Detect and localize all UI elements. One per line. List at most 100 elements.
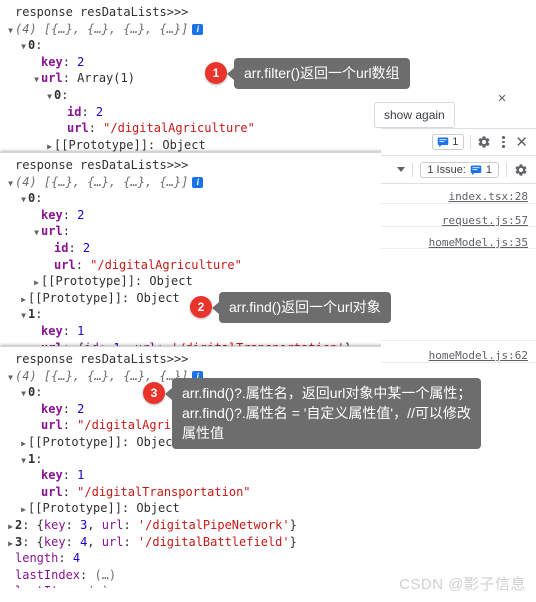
console-token: : {: [22, 534, 44, 549]
kebab-icon[interactable]: [497, 135, 509, 149]
console-token: :: [61, 87, 69, 102]
console-row[interactable]: url:: [0, 223, 384, 240]
console-token: :: [62, 224, 70, 239]
console-row[interactable]: 2: {key: 3, url: '/digitalPipeNetwork'}: [0, 517, 384, 534]
chevron-down-icon[interactable]: [6, 370, 15, 387]
console-row[interactable]: lastIndex: (…): [0, 567, 384, 584]
annotation-line: arr.find()返回一个url对象: [229, 299, 381, 315]
console-token: :: [35, 451, 43, 466]
console-row[interactable]: (4) [{…}, {…}, {…}, {…}]i: [0, 174, 384, 191]
console-row[interactable]: response resDataLists>>>: [0, 157, 384, 174]
console-token: [[Prototype]]: Object: [28, 290, 180, 305]
console-token: 2: [95, 104, 104, 119]
console-token: url: [41, 418, 63, 433]
gear-icon[interactable]: [514, 163, 528, 177]
console-token: :: [80, 567, 95, 582]
info-badge[interactable]: i: [192, 176, 204, 188]
console-row[interactable]: 0:: [0, 87, 384, 104]
console-token: '/digitalBattlefield': [137, 534, 290, 549]
console-token: :: [62, 71, 78, 86]
console-row[interactable]: [[Prototype]]: Object: [0, 273, 384, 290]
console-token: :: [58, 551, 73, 566]
console-token: "/digitalAgriculture": [103, 121, 255, 136]
console-token: url: [41, 484, 63, 499]
console-row[interactable]: url: "/digitalAgriculture": [0, 120, 384, 137]
console-row[interactable]: id: 2: [0, 240, 384, 257]
chevron-down-icon[interactable]: [32, 225, 41, 242]
annotation-pointer-3: [165, 388, 172, 400]
chevron-down-icon[interactable]: [19, 308, 28, 325]
console-row[interactable]: 1:: [0, 451, 384, 468]
console-token: key: [41, 401, 63, 416]
console-token: :: [62, 468, 78, 483]
issues-badge[interactable]: 1 Issue: 1: [420, 161, 499, 178]
show-again-label: show again: [384, 108, 445, 122]
annotation-callout-1: 1 arr.filter()返回一个url数组: [205, 58, 410, 89]
source-link[interactable]: index.tsx:28: [449, 190, 528, 203]
issues-label: 1 Issue:: [427, 163, 466, 176]
console-row[interactable]: key: 1: [0, 323, 384, 340]
chevron-down-icon[interactable]: [19, 39, 28, 56]
console-token: response resDataLists>>>: [15, 5, 189, 19]
chevron-down-icon[interactable]: [6, 176, 15, 193]
chevron-down-icon[interactable]: [397, 167, 406, 172]
console-row[interactable]: length: 4: [0, 550, 384, 567]
chevron-down-icon[interactable]: [32, 72, 41, 89]
chevron-down-icon[interactable]: [45, 89, 54, 106]
console-row[interactable]: (4) [{…}, {…}, {…}, {…}]i: [0, 21, 384, 38]
console-token: (4) [{…}, {…}, {…}, {…}]: [15, 174, 189, 189]
show-again-button[interactable]: show again: [374, 102, 455, 128]
chevron-down-icon[interactable]: [6, 23, 15, 40]
console-row[interactable]: [[Prototype]]: Object: [0, 137, 384, 152]
row-separator: [381, 362, 536, 363]
filterbar-separator: [412, 162, 414, 177]
annotation-line: arr.filter()返回一个url数组: [244, 65, 400, 81]
console-row[interactable]: key: 1: [0, 467, 384, 484]
console-token: url: [41, 224, 63, 239]
notification-close-button[interactable]: ×: [490, 86, 514, 110]
console-token: [[Prototype]]: Object: [54, 137, 206, 152]
chevron-down-icon[interactable]: [19, 386, 28, 403]
console-token: 2: [82, 240, 91, 255]
console-row[interactable]: url: "/digitalAgriculture": [0, 257, 384, 274]
annotation-text-3: arr.find()?.属性名，返回url对象中某一个属性； arr.find(…: [172, 378, 482, 449]
row-separator: [381, 248, 536, 249]
console-token: url: [54, 257, 76, 272]
console-row[interactable]: 3: {key: 4, url: '/digitalBattlefield'}: [0, 534, 384, 551]
console-row[interactable]: key: 2: [0, 207, 384, 224]
chevron-down-icon[interactable]: [19, 192, 28, 209]
message-count-badge[interactable]: 1: [432, 134, 465, 150]
console-row[interactable]: id: 2: [0, 104, 384, 121]
row-separator: [381, 340, 536, 341]
devtools-filter-bar: 1 Issue: 1: [381, 156, 536, 184]
console-token: [[Prototype]]: Object: [41, 274, 193, 289]
info-badge[interactable]: i: [192, 23, 204, 35]
console-token: key: [41, 323, 63, 338]
console-token: :: [65, 517, 81, 532]
bottom-strip: [0, 588, 536, 602]
console-token: length: [15, 551, 59, 566]
message-count-label: 1: [452, 136, 459, 148]
console-token: ,: [87, 517, 102, 532]
console-row[interactable]: 0:: [0, 37, 384, 54]
console-token: (…): [94, 567, 117, 582]
chevron-down-icon[interactable]: [19, 453, 28, 470]
console-row[interactable]: [[Prototype]]: Object: [0, 500, 384, 517]
console-token: :: [62, 207, 78, 222]
chevron-right-icon[interactable]: [45, 139, 54, 152]
console-token: url: [41, 71, 63, 86]
devtools-close-icon[interactable]: ✕: [515, 135, 528, 150]
console-row[interactable]: 0:: [0, 190, 384, 207]
console-token: :: [123, 517, 138, 532]
console-token: lastIndex: [15, 567, 81, 582]
console-token: :: [68, 240, 83, 255]
console-row[interactable]: response resDataLists>>>: [0, 4, 384, 21]
source-link[interactable]: homeModel.js:62: [429, 349, 528, 362]
gear-icon[interactable]: [477, 135, 491, 149]
console-token: id: [67, 104, 82, 119]
devtools-console-toolbar: 1 ✕: [381, 128, 536, 156]
console-row[interactable]: url: "/digitalTransportation": [0, 484, 384, 501]
console-row[interactable]: response resDataLists>>>: [0, 351, 384, 368]
annotation-pointer-1: [227, 68, 234, 80]
console-token: :: [75, 257, 91, 272]
